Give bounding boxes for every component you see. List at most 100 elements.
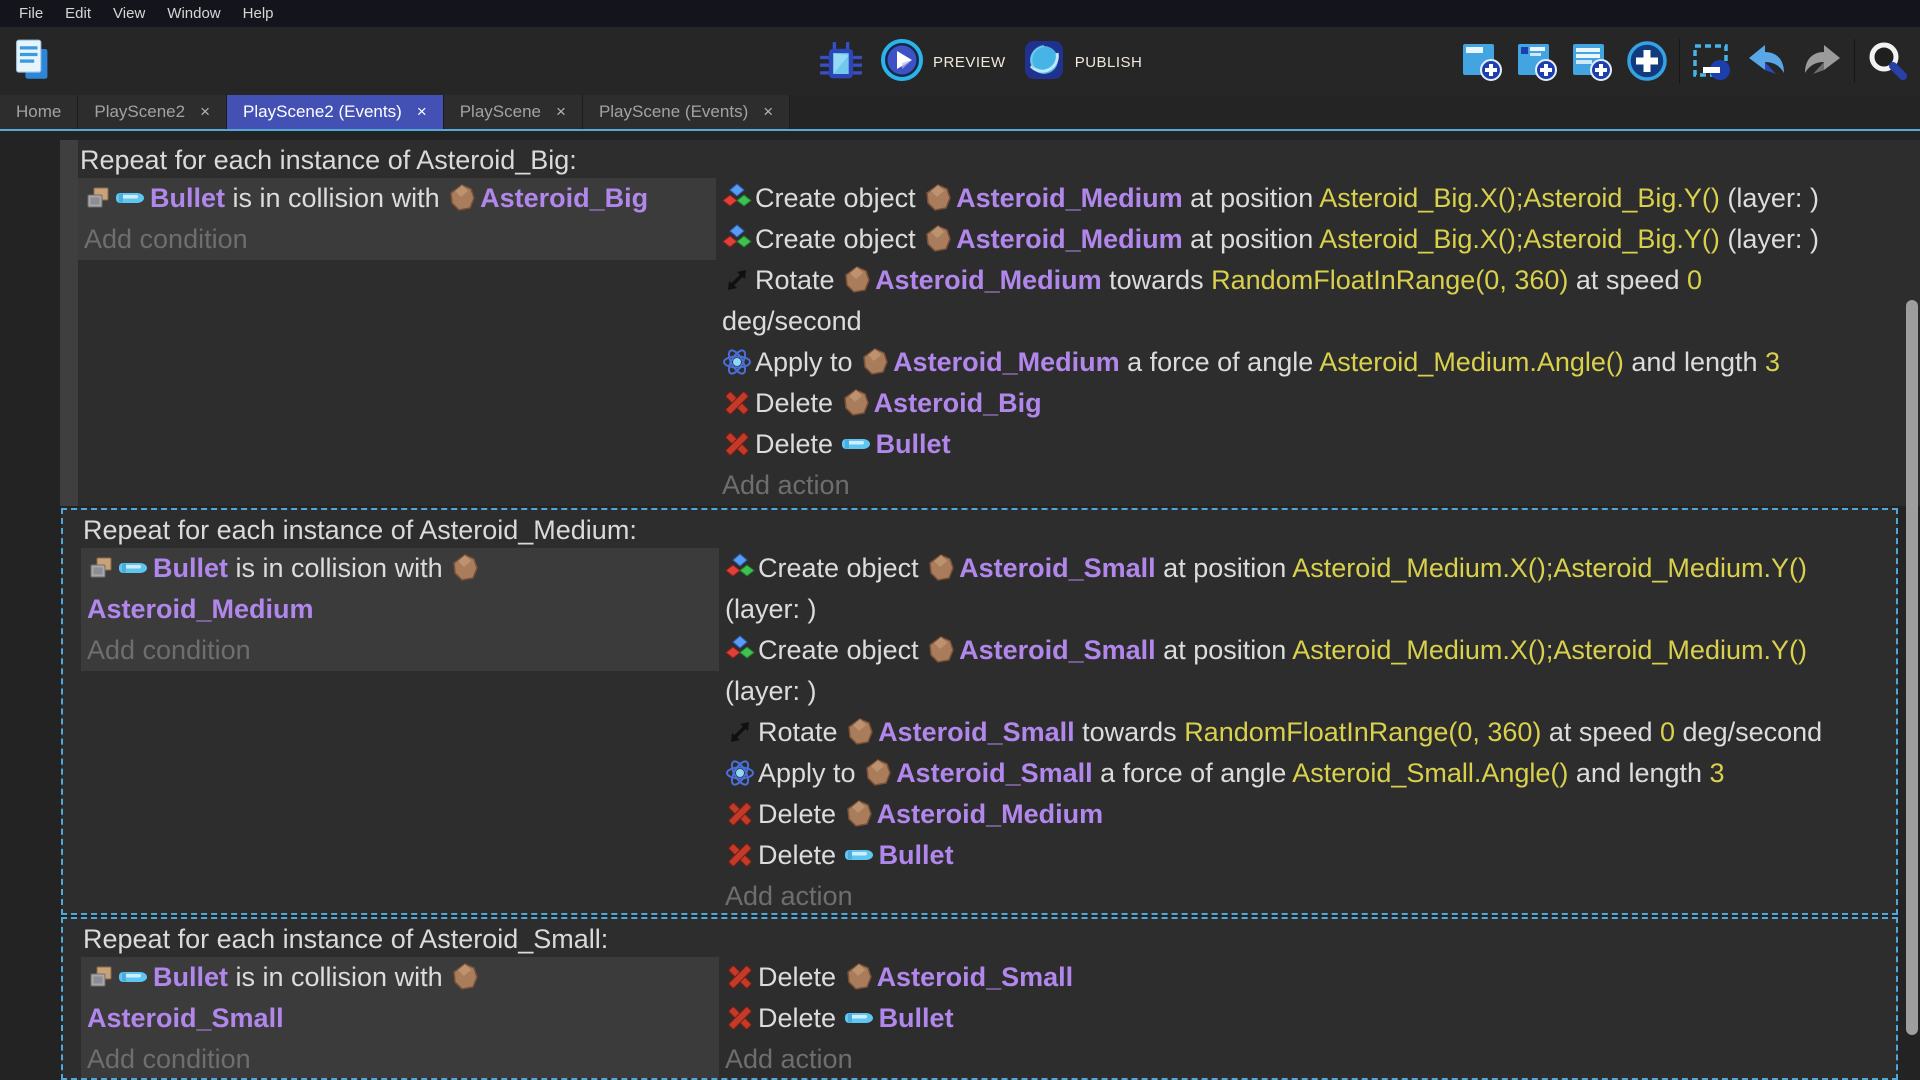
menu-help[interactable]: Help bbox=[232, 5, 285, 22]
preview-button[interactable]: PREVIEW bbox=[880, 38, 1006, 87]
action-row[interactable]: Delete Bullet bbox=[719, 998, 1896, 1039]
event-header[interactable]: Repeat for each instance of Asteroid_Med… bbox=[81, 510, 1896, 548]
action-row[interactable]: Delete Bullet bbox=[719, 835, 1896, 876]
event-block[interactable]: Repeat for each instance of Asteroid_Big… bbox=[60, 140, 1920, 506]
action-text: Create object bbox=[755, 183, 923, 213]
actions-column: Create object Asteroid_Small at position… bbox=[719, 548, 1896, 913]
bullet-object-icon bbox=[844, 840, 879, 870]
object-name: Bullet bbox=[153, 553, 228, 583]
add-condition-button[interactable]: Add condition bbox=[78, 219, 716, 260]
project-manager-icon[interactable] bbox=[12, 38, 52, 87]
add-action-button[interactable]: Add action bbox=[716, 465, 1920, 506]
asteroid-object-icon bbox=[863, 758, 896, 788]
menu-window[interactable]: Window bbox=[156, 5, 231, 22]
delete-icon bbox=[722, 388, 755, 418]
action-text: Delete bbox=[755, 429, 841, 459]
condition-row[interactable]: Bullet is in collision with Asteroid_Med… bbox=[81, 548, 719, 630]
actions-column: Delete Asteroid_SmallDelete BulletAdd ac… bbox=[719, 957, 1896, 1078]
tab-close-icon[interactable]: × bbox=[763, 102, 773, 122]
action-text: deg/second bbox=[722, 306, 862, 336]
event-header[interactable]: Repeat for each instance of Asteroid_Sma… bbox=[81, 919, 1896, 957]
asteroid-object-icon bbox=[926, 635, 959, 665]
add-comment-icon[interactable] bbox=[1569, 38, 1615, 84]
action-row[interactable]: Apply to Asteroid_Small a force of angle… bbox=[719, 753, 1896, 794]
bullet-object-icon bbox=[844, 1003, 879, 1033]
collision-icon bbox=[87, 962, 118, 992]
tab-home[interactable]: Home bbox=[0, 95, 78, 129]
tab-label: PlayScene (Events) bbox=[599, 102, 748, 122]
action-text: at speed bbox=[1568, 265, 1687, 295]
event-drag-handle[interactable] bbox=[63, 510, 81, 913]
menu-file[interactable]: File bbox=[8, 5, 54, 22]
tab-close-icon[interactable]: × bbox=[556, 102, 566, 122]
delete-icon bbox=[725, 1003, 758, 1033]
object-name: Bullet bbox=[879, 840, 954, 870]
add-condition-button[interactable]: Add condition bbox=[81, 630, 719, 671]
tab-playscene[interactable]: PlayScene× bbox=[444, 95, 583, 129]
asteroid-object-icon bbox=[844, 799, 877, 829]
action-text: at position bbox=[1183, 183, 1320, 213]
asteroid-object-icon bbox=[450, 553, 483, 583]
undo-icon[interactable] bbox=[1744, 38, 1790, 84]
object-name: Bullet bbox=[876, 429, 951, 459]
add-event-icon[interactable] bbox=[1459, 38, 1505, 84]
expression-text: 3 bbox=[1765, 347, 1780, 377]
event-drag-handle[interactable] bbox=[63, 919, 81, 1078]
tab-playscene2-events[interactable]: PlayScene2 (Events)× bbox=[227, 95, 444, 129]
action-text: Apply to bbox=[758, 758, 863, 788]
search-icon[interactable] bbox=[1864, 38, 1910, 84]
action-row[interactable]: Delete Asteroid_Big bbox=[716, 383, 1920, 424]
action-row[interactable]: Create object Asteroid_Medium at positio… bbox=[716, 219, 1920, 260]
force-icon bbox=[722, 347, 755, 377]
expression-text: Asteroid_Big.X();Asteroid_Big.Y() bbox=[1319, 224, 1720, 254]
event-drag-handle[interactable] bbox=[60, 140, 78, 506]
condition-row[interactable]: Bullet is in collision with Asteroid_Big bbox=[78, 178, 716, 219]
action-row[interactable]: Create object Asteroid_Small at position… bbox=[719, 548, 1896, 630]
action-row[interactable]: Create object Asteroid_Small at position… bbox=[719, 630, 1896, 712]
tab-close-icon[interactable]: × bbox=[200, 102, 210, 122]
tab-playscene-events[interactable]: PlayScene (Events) × bbox=[583, 95, 790, 129]
event-block[interactable]: Repeat for each instance of Asteroid_Med… bbox=[61, 508, 1898, 915]
scrollbar-thumb[interactable] bbox=[1906, 300, 1918, 1035]
action-text: Create object bbox=[758, 635, 926, 665]
action-text: and length bbox=[1624, 347, 1765, 377]
tab-close-icon[interactable]: × bbox=[417, 102, 427, 122]
event-block[interactable]: Repeat for each instance of Asteroid_Sma… bbox=[61, 917, 1898, 1080]
action-text: a force of angle bbox=[1093, 758, 1293, 788]
menu-edit[interactable]: Edit bbox=[54, 5, 102, 22]
conditions-column: Bullet is in collision with Asteroid_Med… bbox=[81, 548, 719, 671]
collision-icon bbox=[87, 553, 118, 583]
tab-playscene2[interactable]: PlayScene2× bbox=[78, 95, 227, 129]
publish-button[interactable]: PUBLISH bbox=[1022, 38, 1143, 87]
action-row[interactable]: Apply to Asteroid_Medium a force of angl… bbox=[716, 342, 1920, 383]
menu-view[interactable]: View bbox=[102, 5, 156, 22]
condition-row[interactable]: Bullet is in collision with Asteroid_Sma… bbox=[81, 957, 719, 1039]
add-condition-button[interactable]: Add condition bbox=[81, 1039, 719, 1078]
action-row[interactable]: Rotate Asteroid_Small towards RandomFloa… bbox=[719, 712, 1896, 753]
action-text: at position bbox=[1183, 224, 1320, 254]
expression-text: RandomFloatInRange(0, 360) bbox=[1211, 265, 1568, 295]
remove-selection-icon[interactable] bbox=[1689, 38, 1735, 84]
action-text: (layer: ) bbox=[1720, 224, 1819, 254]
debug-icon[interactable] bbox=[818, 40, 864, 86]
redo-icon[interactable] bbox=[1799, 38, 1845, 84]
toolbar-separator bbox=[1679, 39, 1680, 83]
add-action-button[interactable]: Add action bbox=[719, 1039, 1896, 1078]
add-subevent-icon[interactable] bbox=[1514, 38, 1560, 84]
create-object-icon bbox=[722, 183, 755, 213]
object-name: Asteroid_Medium bbox=[875, 265, 1102, 295]
action-text: Delete bbox=[755, 388, 841, 418]
events-panel: Repeat for each instance of Asteroid_Big… bbox=[0, 131, 1920, 1080]
action-row[interactable]: Rotate Asteroid_Medium towards RandomFlo… bbox=[716, 260, 1920, 342]
add-action-button[interactable]: Add action bbox=[719, 876, 1896, 913]
action-row[interactable]: Delete Bullet bbox=[716, 424, 1920, 465]
event-header[interactable]: Repeat for each instance of Asteroid_Big… bbox=[78, 140, 1920, 178]
action-text: at speed bbox=[1541, 717, 1660, 747]
add-circle-icon[interactable] bbox=[1624, 38, 1670, 84]
action-row[interactable]: Create object Asteroid_Medium at positio… bbox=[716, 178, 1920, 219]
expression-text: 0 bbox=[1660, 717, 1675, 747]
expression-text: Asteroid_Medium.X();Asteroid_Medium.Y() bbox=[1292, 553, 1807, 583]
action-row[interactable]: Delete Asteroid_Medium bbox=[719, 794, 1896, 835]
action-row[interactable]: Delete Asteroid_Small bbox=[719, 957, 1896, 998]
rotate-icon bbox=[725, 717, 758, 747]
